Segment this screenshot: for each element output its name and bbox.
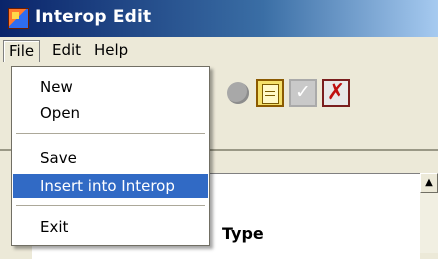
scroll-up-arrow-icon[interactable]: ▲	[420, 173, 438, 193]
menu-item-exit[interactable]: Exit	[13, 215, 208, 239]
menu-edit[interactable]: Edit	[47, 40, 86, 61]
menu-help[interactable]: Help	[89, 40, 133, 61]
app-icon	[8, 8, 29, 29]
file-menu-dropdown: New Open Save Insert into Interop Exit	[11, 66, 210, 246]
menu-item-insert-into-interop[interactable]: Insert into Interop	[13, 174, 208, 198]
menu-bar: File Edit Help	[0, 37, 438, 64]
circle-icon	[227, 82, 249, 104]
menu-item-new[interactable]: New	[13, 75, 208, 99]
window-title: Interop Edit	[35, 7, 152, 27]
note-button-icon[interactable]	[256, 79, 284, 107]
close-x-icon[interactable]: ✗	[322, 79, 350, 107]
menu-item-open[interactable]: Open	[13, 101, 208, 125]
document-icon	[262, 84, 279, 104]
vertical-scrollbar[interactable]: ▲	[420, 173, 438, 253]
menu-separator	[16, 133, 205, 134]
menu-item-save[interactable]: Save	[13, 146, 208, 170]
type-column-header: Type	[222, 224, 264, 243]
check-button-icon[interactable]: ✓	[289, 79, 317, 107]
title-bar: Interop Edit	[0, 0, 438, 37]
menu-separator	[16, 205, 205, 206]
record-button-icon[interactable]	[224, 79, 252, 107]
menu-file[interactable]: File	[3, 40, 41, 62]
